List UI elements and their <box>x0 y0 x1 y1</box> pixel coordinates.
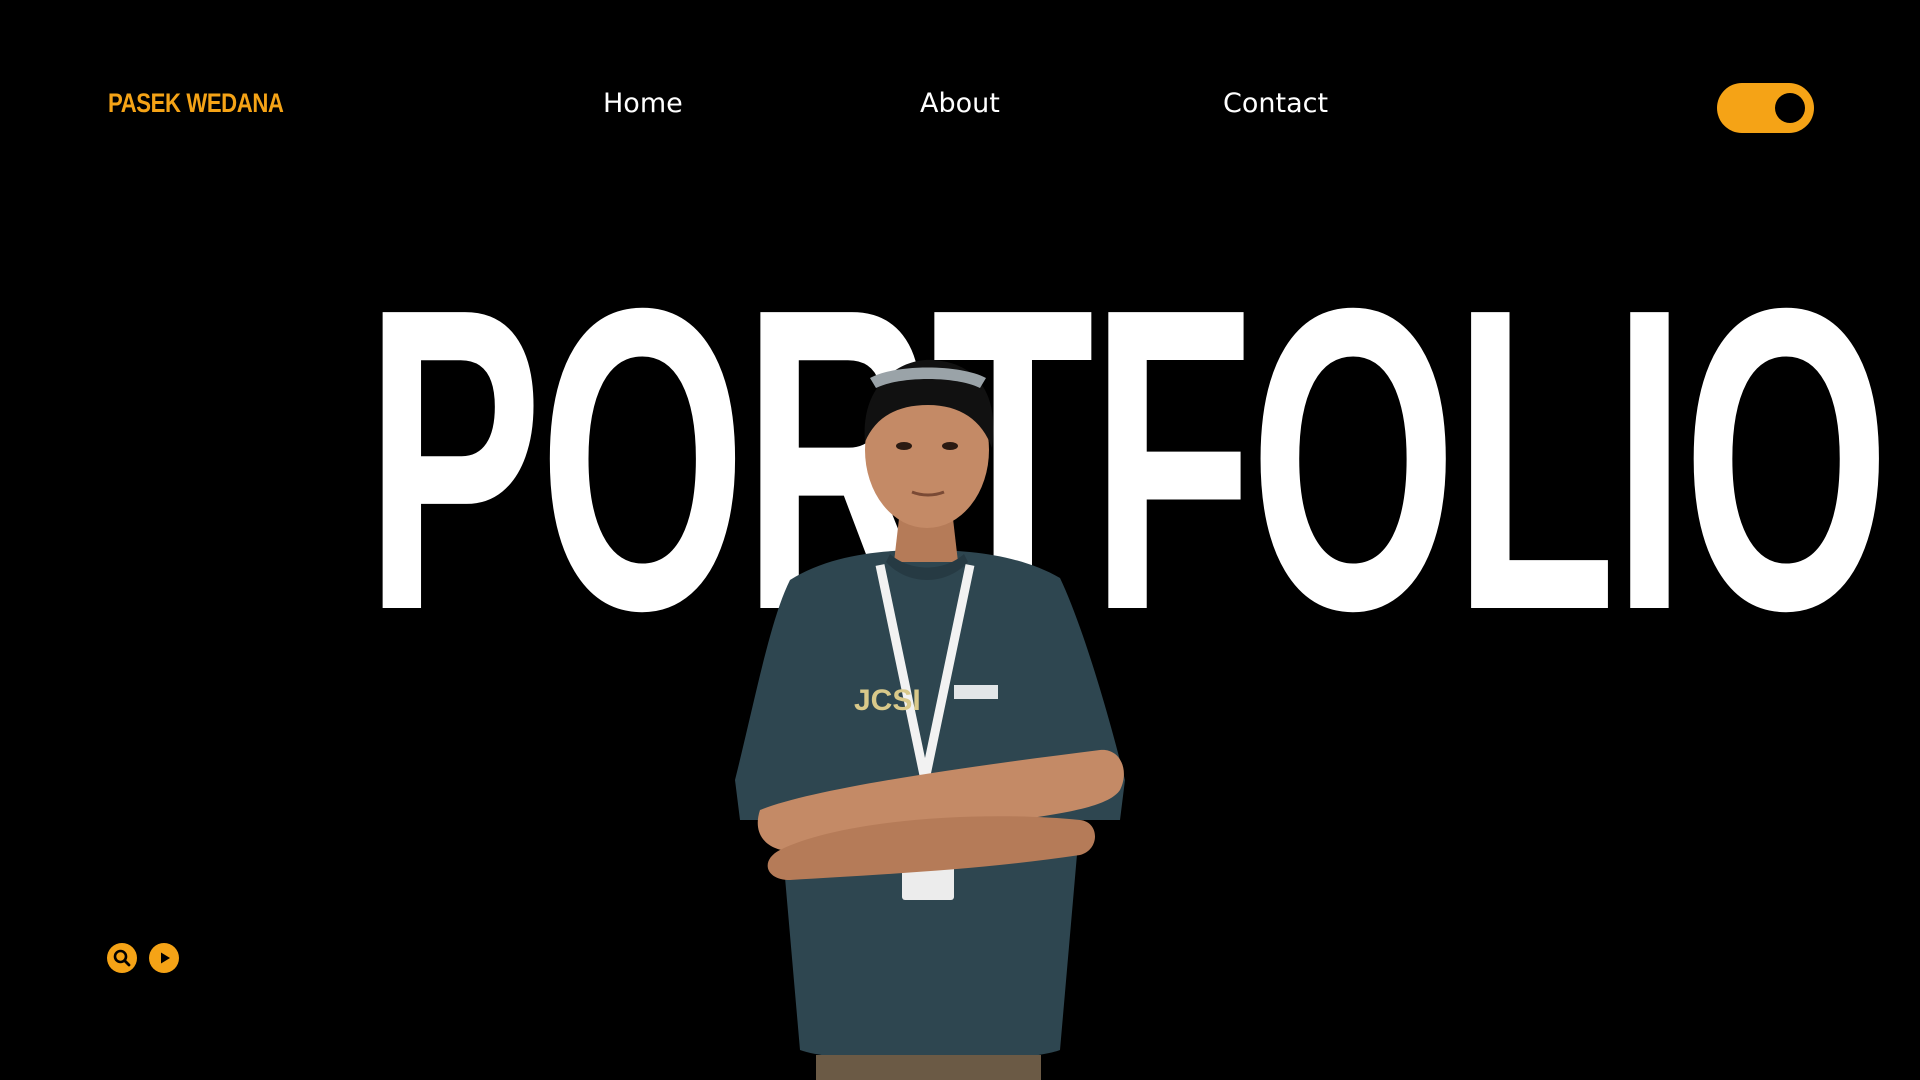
person-portrait: JCSI <box>720 350 1140 1080</box>
nav-home-link[interactable]: Home <box>603 88 683 119</box>
search-icon <box>107 943 137 973</box>
shirt-print-text: JCSI <box>854 684 921 717</box>
nav-about-link[interactable]: About <box>920 88 1000 119</box>
shirt-print-logo <box>954 685 998 699</box>
toggle-knob <box>1775 93 1805 123</box>
theme-toggle[interactable] <box>1717 83 1814 133</box>
nav-contact-link[interactable]: Contact <box>1223 88 1328 119</box>
portrait-illustration: JCSI <box>735 359 1125 1080</box>
portfolio-page: PASEK WEDANA Home About Contact PORTFOLI… <box>0 0 1920 1080</box>
search-button[interactable] <box>107 943 137 973</box>
brand-logo[interactable]: PASEK WEDANA <box>108 88 284 119</box>
play-button[interactable] <box>149 943 179 973</box>
play-icon <box>149 943 179 973</box>
